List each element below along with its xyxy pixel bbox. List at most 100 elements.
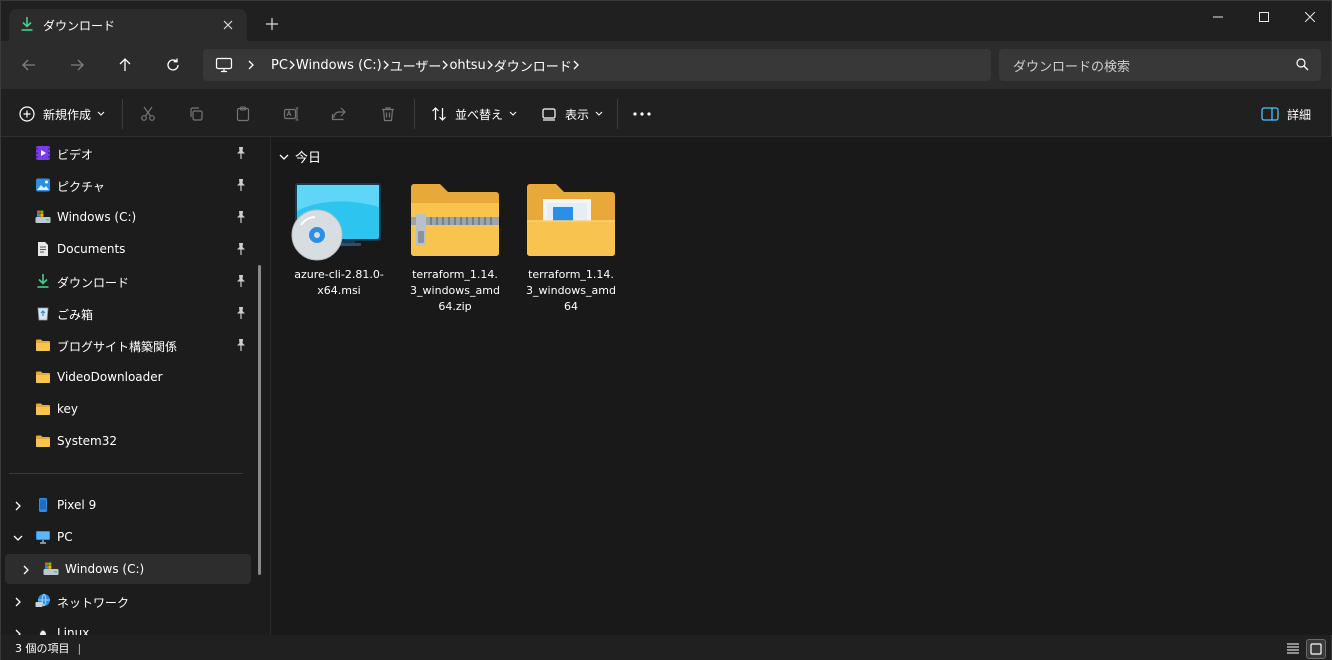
details-view-button[interactable] xyxy=(1283,639,1303,659)
breadcrumb-chevron-icon[interactable] xyxy=(288,60,296,70)
chevron-down-icon[interactable] xyxy=(13,532,23,542)
drive-icon xyxy=(43,561,59,577)
view-label: 表示 xyxy=(565,107,590,122)
view-icon xyxy=(541,106,557,122)
sort-button[interactable]: 並べ替え xyxy=(431,101,517,127)
sidebar-item-system32[interactable]: System32 xyxy=(1,426,251,456)
folder-icon xyxy=(35,433,51,449)
file-item-terraform-folder[interactable]: terraform_1.14.3_windows_amd64 xyxy=(523,181,619,315)
item-count: 3 個の項目 xyxy=(15,642,70,655)
address-chevron-icon[interactable] xyxy=(247,60,255,70)
up-button[interactable] xyxy=(111,53,139,77)
trash-icon xyxy=(380,106,396,122)
details-pane-button[interactable]: 詳細 xyxy=(1261,101,1311,127)
recycle-bin-icon xyxy=(35,305,51,321)
breadcrumb-chevron-icon[interactable] xyxy=(572,60,580,70)
pin-icon[interactable] xyxy=(236,275,246,290)
sidebar-scrollbar[interactable] xyxy=(258,265,261,575)
sidebar-item-windows-c[interactable]: Windows (C:) xyxy=(1,202,251,232)
pin-icon[interactable] xyxy=(236,243,246,258)
rename-icon xyxy=(283,106,299,122)
pin-icon[interactable] xyxy=(236,339,246,354)
chevron-right-icon[interactable] xyxy=(13,628,23,635)
zip-folder-icon xyxy=(407,181,503,261)
file-name: terraform_1.14.3_windows_amd64.zip xyxy=(410,268,500,313)
new-button[interactable]: 新規作成 xyxy=(19,101,105,127)
navigation-bar: PC Windows (C:) ユーザー ohtsu ダウンロード ダウンロード… xyxy=(1,41,1331,89)
chevron-right-icon[interactable] xyxy=(13,500,23,511)
sidebar-item-blog-site[interactable]: ブログサイト構築関係 xyxy=(1,330,251,360)
breadcrumb-windows-c[interactable]: Windows (C:) xyxy=(296,58,382,73)
back-button[interactable] xyxy=(15,53,43,77)
sort-icon xyxy=(431,106,447,122)
sidebar-item-documents[interactable]: Documents xyxy=(1,234,251,264)
sidebar-item-pc-windows-c[interactable]: Windows (C:) xyxy=(5,554,251,584)
delete-button[interactable] xyxy=(380,101,396,127)
tab-downloads[interactable]: ダウンロード xyxy=(9,9,247,41)
tab-label: ダウンロード xyxy=(43,18,116,33)
file-list: 今日 azure-cli-2.81.0-x64.msi terraform_1.… xyxy=(271,137,1332,635)
minimize-button[interactable] xyxy=(1195,1,1241,33)
status-separator: | xyxy=(77,641,82,655)
sidebar-item-network[interactable]: ネットワーク xyxy=(1,586,251,616)
new-tab-button[interactable] xyxy=(263,15,281,33)
maximize-button[interactable] xyxy=(1241,1,1287,33)
file-item-azure-cli[interactable]: azure-cli-2.81.0-x64.msi xyxy=(291,181,387,299)
chevron-right-icon[interactable] xyxy=(21,564,31,575)
search-placeholder: ダウンロードの検索 xyxy=(1013,59,1131,75)
sidebar-item-pictures[interactable]: ピクチャ xyxy=(1,170,251,200)
view-button[interactable]: 表示 xyxy=(541,101,603,127)
breadcrumb-downloads[interactable]: ダウンロード xyxy=(494,56,572,75)
file-name: azure-cli-2.81.0-x64.msi xyxy=(294,268,384,297)
folder-icon xyxy=(523,181,619,261)
sidebar-item-videos[interactable]: ビデオ xyxy=(1,138,251,168)
forward-button[interactable] xyxy=(63,53,91,77)
breadcrumb-chevron-icon[interactable] xyxy=(486,60,494,70)
pin-icon[interactable] xyxy=(236,211,246,226)
search-icon xyxy=(1296,58,1309,75)
sidebar-item-pc[interactable]: PC xyxy=(1,522,251,552)
address-bar[interactable]: PC Windows (C:) ユーザー ohtsu ダウンロード xyxy=(203,49,991,81)
breadcrumb-pc[interactable]: PC xyxy=(271,58,288,73)
download-icon xyxy=(35,273,51,289)
sidebar-item-label: Pixel 9 xyxy=(57,498,97,512)
chevron-down-icon xyxy=(279,153,289,161)
search-input[interactable]: ダウンロードの検索 xyxy=(999,49,1321,81)
pin-icon[interactable] xyxy=(236,147,246,162)
sidebar-item-label: PC xyxy=(57,530,73,544)
sidebar-item-label: ビデオ xyxy=(57,148,94,162)
sidebar-item-pixel9[interactable]: Pixel 9 xyxy=(1,490,251,520)
sidebar-item-videodownloader[interactable]: VideoDownloader xyxy=(1,362,251,392)
share-icon xyxy=(331,106,347,122)
large-icons-view-button[interactable] xyxy=(1306,639,1326,659)
sidebar-item-label: Documents xyxy=(57,242,126,256)
more-options-button[interactable] xyxy=(633,101,651,127)
breadcrumb-chevron-icon[interactable] xyxy=(441,60,449,70)
paste-button[interactable] xyxy=(235,101,251,127)
drive-icon xyxy=(35,209,51,225)
file-item-terraform-zip[interactable]: terraform_1.14.3_windows_amd64.zip xyxy=(407,181,503,315)
document-icon xyxy=(35,241,51,257)
close-window-button[interactable] xyxy=(1287,1,1332,33)
sidebar-item-key[interactable]: key xyxy=(1,394,251,424)
breadcrumb-ohtsu[interactable]: ohtsu xyxy=(449,58,485,73)
refresh-button[interactable] xyxy=(159,53,187,77)
rename-button[interactable] xyxy=(283,101,299,127)
pin-icon[interactable] xyxy=(236,307,246,322)
breadcrumb-chevron-icon[interactable] xyxy=(382,60,390,70)
close-tab-icon[interactable] xyxy=(219,16,237,34)
plus-circle-icon xyxy=(19,106,35,122)
breadcrumb-users[interactable]: ユーザー xyxy=(390,56,442,75)
group-header-today[interactable]: 今日 xyxy=(279,147,321,166)
toolbar-divider xyxy=(122,99,123,129)
chevron-right-icon[interactable] xyxy=(13,596,23,607)
share-button[interactable] xyxy=(331,101,347,127)
sidebar-item-downloads[interactable]: ダウンロード xyxy=(1,266,251,296)
command-bar: 新規作成 並べ替え 表示 詳細 xyxy=(1,89,1331,137)
monitor-icon xyxy=(215,57,233,73)
cut-button[interactable] xyxy=(140,101,156,127)
copy-button[interactable] xyxy=(188,101,204,127)
pin-icon[interactable] xyxy=(236,179,246,194)
sidebar-item-recycle-bin[interactable]: ごみ箱 xyxy=(1,298,251,328)
sidebar-item-linux[interactable]: Linux xyxy=(1,618,251,635)
